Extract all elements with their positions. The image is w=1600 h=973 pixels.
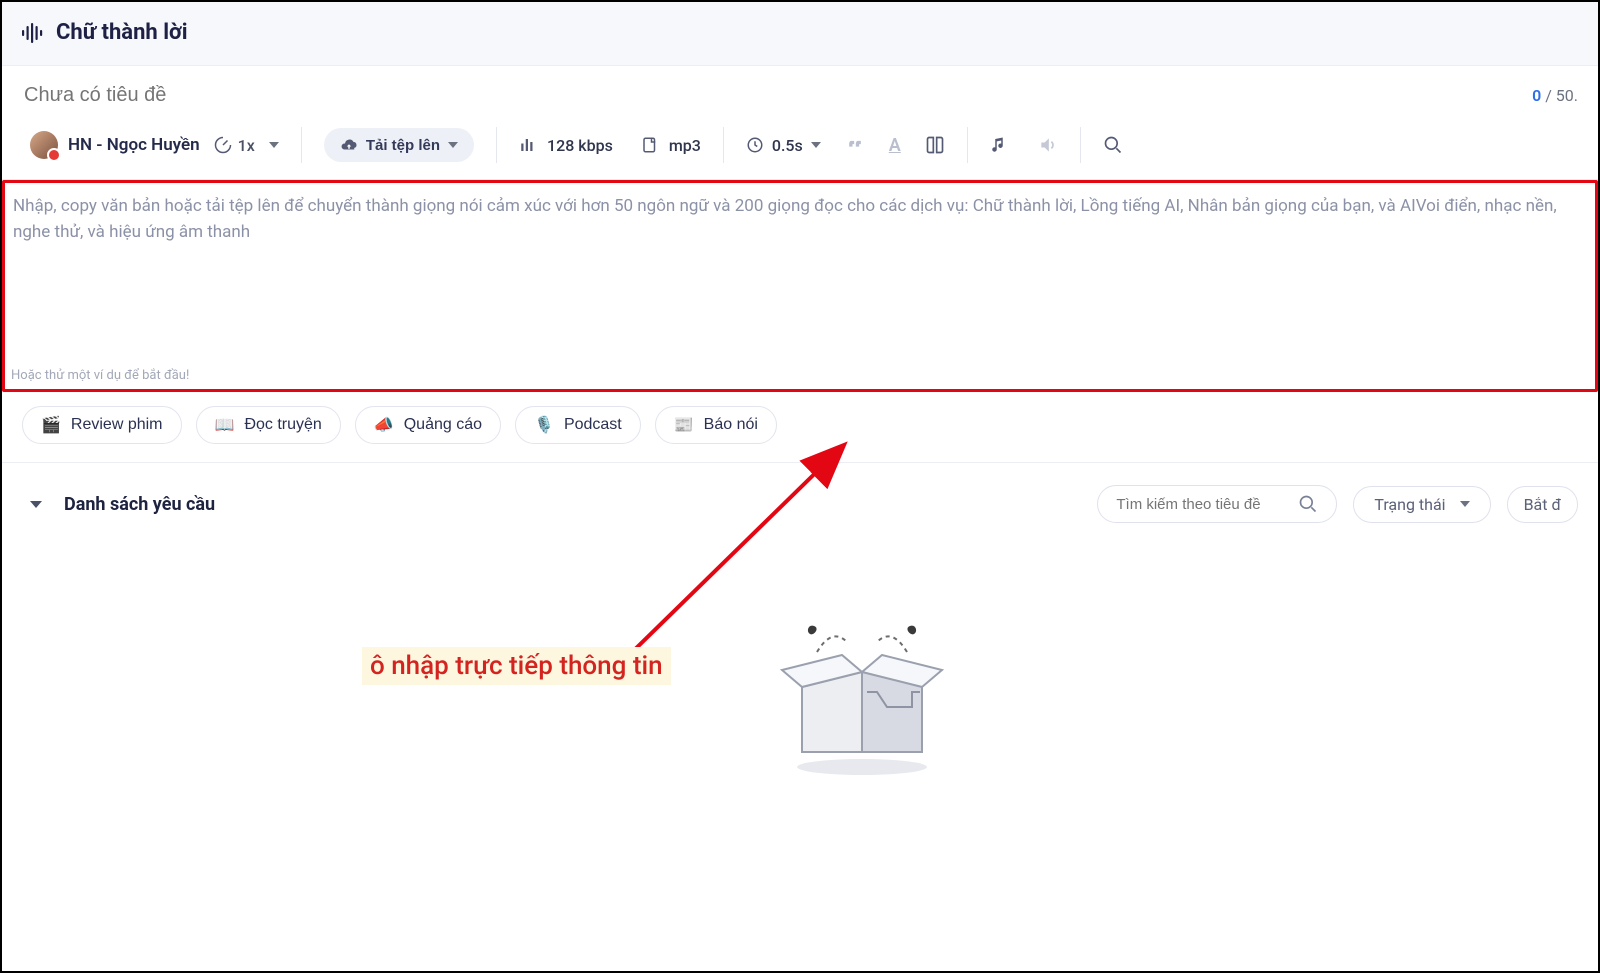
voice-selector[interactable]: HN - Ngọc Huyền [30,131,200,159]
speed-value: 1x [238,136,255,155]
megaphone-icon: 📣 [374,415,394,435]
format-selector[interactable]: mp3 [641,136,701,155]
voice-name: HN - Ngọc Huyền [68,135,200,155]
soundwave-icon [20,21,44,45]
chevron-down-icon [811,142,821,148]
clock-icon [746,136,764,154]
quote-icon[interactable] [845,135,865,155]
app-header: Chữ thành lời [2,2,1598,66]
format-value: mp3 [669,136,701,155]
example-doc-truyen[interactable]: 📖 Đọc truyện [196,406,341,444]
mic-icon: 🎙️ [534,415,554,435]
annotation-label: ô nhập trực tiếp thông tin [362,647,671,685]
book-icon: 📖 [215,415,235,435]
gauge-icon [214,136,232,154]
chevron-down-icon[interactable] [269,142,279,148]
char-counter: 0 / 50. [1532,86,1578,105]
file-icon [641,136,659,154]
upload-button[interactable]: Tải tệp lên [324,128,474,162]
speed-selector[interactable]: 1x [214,136,255,155]
text-style-icon[interactable]: A [889,135,901,156]
text-input-area[interactable]: Nhập, copy văn bản hoặc tải tệp lên để c… [2,180,1598,392]
page-title: Chữ thành lời [56,20,188,45]
bitrate-selector[interactable]: 128 kbps [519,136,613,155]
chevron-down-icon [448,142,458,148]
textarea-placeholder: Nhập, copy văn bản hoặc tải tệp lên để c… [13,193,1587,246]
bars-icon [519,136,537,154]
dictionary-icon[interactable] [925,135,945,155]
clapper-icon: 🎬 [41,415,61,435]
pause-value: 0.5s [772,136,803,155]
project-title-input[interactable] [24,84,1532,107]
annotation-layer: ô nhập trực tiếp thông tin [2,472,1598,971]
example-review-phim[interactable]: 🎬 Review phim [22,406,182,444]
avatar [30,131,58,159]
bitrate-value: 128 kbps [547,136,613,155]
example-quang-cao[interactable]: 📣 Quảng cáo [355,406,501,444]
empty-state-illustration [762,592,962,796]
pause-selector[interactable]: 0.5s [746,136,821,155]
title-row: 0 / 50. [2,66,1598,113]
search-icon[interactable] [1103,135,1123,155]
volume-icon[interactable] [1038,135,1058,155]
example-hint: Hoặc thử một ví dụ để bắt đầu! [11,368,189,383]
cloud-upload-icon [340,136,358,154]
toolbar: HN - Ngọc Huyền 1x Tải tệp lên [2,113,1598,180]
music-icon[interactable] [990,136,1008,154]
upload-label: Tải tệp lên [366,137,440,154]
